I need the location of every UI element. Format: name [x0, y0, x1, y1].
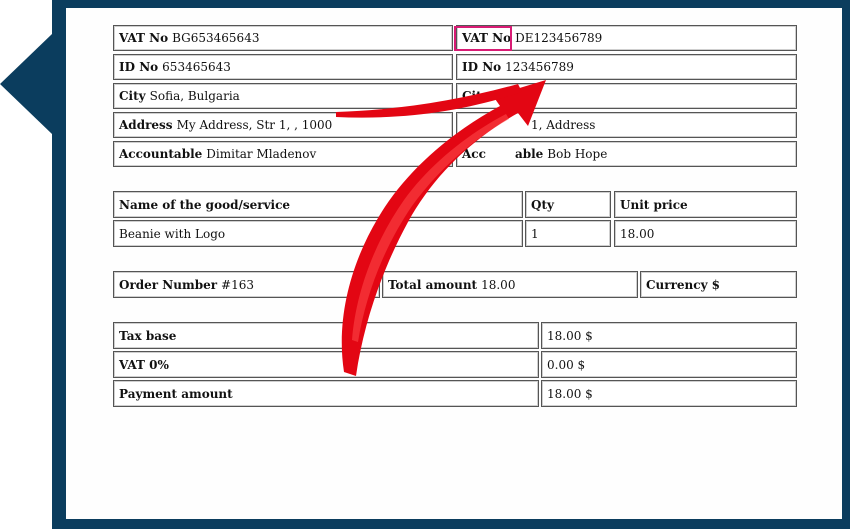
item-row-qty: 1 [525, 220, 611, 247]
buyer-id-label: ID No [462, 60, 502, 74]
buyer-id-value: 123456789 [505, 60, 574, 74]
buyer-city-label: Cit [462, 89, 482, 103]
order-number-value: #163 [221, 277, 255, 292]
seller-address-value: My Address, Str 1, , 1000 [176, 118, 333, 132]
seller-city-cell: City Sofia, Bulgaria [113, 83, 453, 109]
buyer-address-cell: 1, Address [456, 112, 797, 138]
seller-accountable-cell: Accountable Dimitar Mladenov [113, 141, 453, 167]
buyer-accountable-label-tail: able [514, 147, 544, 161]
vat-value-cell: 0.00 $ [541, 351, 797, 378]
vat-highlight-box [454, 26, 512, 51]
tax-base-label-cell: Tax base [113, 322, 539, 349]
payment-value-cell: 18.00 $ [541, 380, 797, 407]
seller-id-value: 653465643 [162, 60, 231, 74]
buyer-accountable-label-head: Acc [462, 147, 486, 161]
vat-label-cell: VAT 0% [113, 351, 539, 378]
buyer-address-value: 1, Address [531, 118, 596, 132]
buyer-city-cell: Cit [456, 83, 797, 109]
seller-vat-label: VAT No [119, 31, 169, 45]
buyer-id-cell: ID No 123456789 [456, 54, 797, 80]
seller-city-label: City [119, 89, 146, 103]
buyer-vat-value: DE123456789 [515, 31, 603, 45]
items-header-unit-price: Unit price [614, 191, 797, 218]
seller-vat-value: BG653465643 [172, 31, 260, 45]
tax-base-value-cell: 18.00 $ [541, 322, 797, 349]
currency-value: $ [711, 277, 720, 292]
seller-id-cell: ID No 653465643 [113, 54, 453, 80]
seller-accountable-value: Dimitar Mladenov [206, 147, 317, 161]
items-header-name: Name of the good/service [113, 191, 523, 218]
buyer-accountable-cell: Acc able Bob Hope [456, 141, 797, 167]
currency-cell: Currency $ [640, 271, 797, 298]
seller-vat-cell: VAT No BG653465643 [113, 25, 453, 51]
seller-address-label: Address [119, 118, 173, 132]
items-header-qty: Qty [525, 191, 611, 218]
total-amount-cell: Total amount 18.00 [382, 271, 638, 298]
seller-accountable-label: Accountable [119, 147, 203, 161]
seller-city-value: Sofia, Bulgaria [149, 89, 240, 103]
total-amount-label: Total amount [388, 277, 478, 292]
item-row-name: Beanie with Logo [113, 220, 523, 247]
buyer-accountable-value: Bob Hope [547, 147, 608, 161]
total-amount-value: 18.00 [481, 277, 516, 292]
order-number-cell: Order Number #163 [113, 271, 380, 298]
seller-address-cell: Address My Address, Str 1, , 1000 [113, 112, 453, 138]
item-row-unit-price: 18.00 [614, 220, 797, 247]
currency-label: Currency [646, 277, 708, 292]
payment-label-cell: Payment amount [113, 380, 539, 407]
order-number-label: Order Number [119, 277, 218, 292]
seller-id-label: ID No [119, 60, 159, 74]
